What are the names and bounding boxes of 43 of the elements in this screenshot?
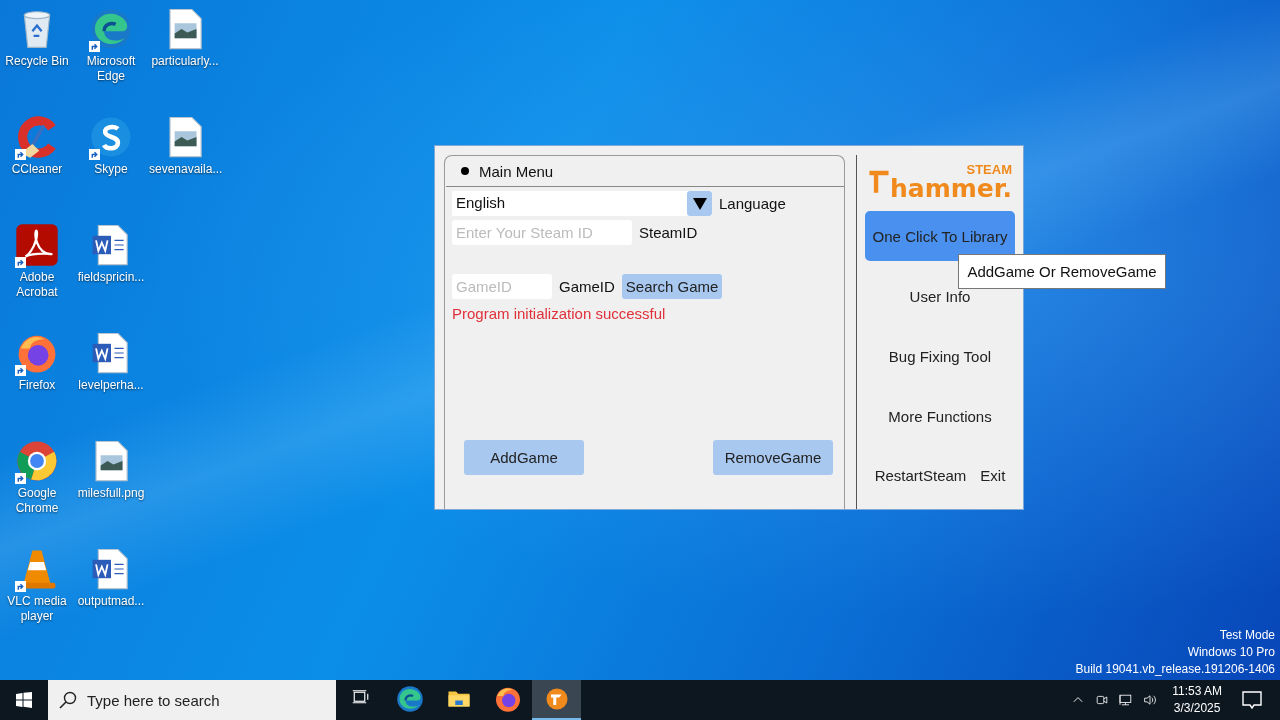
nav-button[interactable]: Bug Fixing Tool [865, 331, 1015, 381]
edge-icon [394, 684, 425, 714]
action-button[interactable]: AddGame [464, 440, 584, 475]
desktop-icon[interactable]: particularly... [148, 4, 222, 108]
clock[interactable]: 11:53 AM 3/3/2025 [1162, 683, 1232, 717]
search-field[interactable]: Type here to search [48, 680, 336, 720]
acrobat-icon [14, 222, 60, 268]
group-title: Main Menu [479, 162, 554, 180]
desktop-icon[interactable]: Google Chrome [0, 436, 74, 540]
search-game-button[interactable]: Search Game [621, 274, 723, 299]
action-button[interactable]: RemoveGame [713, 440, 833, 475]
desktop-icon[interactable]: Adobe Acrobat [0, 220, 74, 324]
taskbar-app[interactable] [532, 680, 581, 720]
footer-button[interactable]: Exit [980, 467, 1006, 484]
desktop-icon[interactable]: Recycle Bin [0, 4, 74, 108]
desktop-icon[interactable]: sevenavaila... [148, 112, 222, 216]
nav-button[interactable]: More Functions [865, 391, 1015, 441]
desktop-icon[interactable]: Firefox [0, 328, 74, 432]
desktop-icon[interactable]: outputmad... [74, 544, 148, 648]
desktop-icon[interactable]: CCleaner [0, 112, 74, 216]
system-watermark-text: Build 19041.vb_release.191206-1406 [1075, 661, 1275, 678]
desktop-icon[interactable]: fieldspricin... [74, 220, 148, 324]
system-watermark-text: Test Mode [1218, 627, 1275, 644]
system-watermark-text: Windows 10 Pro [1186, 644, 1275, 661]
status-message: Program initialization successful [452, 305, 667, 322]
game-id-field[interactable]: GameID [452, 274, 552, 299]
desktop-icon[interactable]: Microsoft Edge [74, 4, 148, 108]
desktop-icon[interactable]: levelperha... [74, 328, 148, 432]
footer-button[interactable]: RestartSteam [874, 467, 967, 484]
nav-button[interactable]: One Click To Library [865, 211, 1015, 261]
desktop-icon[interactable]: VLC media player [0, 544, 74, 648]
bullet-icon [461, 167, 469, 175]
search-icon [58, 690, 78, 710]
field-label: GameID [558, 278, 616, 295]
windows-logo-icon [16, 692, 32, 708]
logo: STEAM hammer. [868, 155, 1012, 201]
field-label: Language [718, 195, 787, 212]
desktop-icon[interactable]: Skype [74, 112, 148, 216]
language-dropdown[interactable]: English [452, 191, 712, 216]
tooltip: AddGame Or RemoveGame [958, 254, 1166, 289]
desktop-icon[interactable]: milesfull.png [74, 436, 148, 540]
field-label: SteamID [638, 224, 699, 241]
steam-id-field[interactable]: Enter Your Steam ID [452, 220, 632, 245]
